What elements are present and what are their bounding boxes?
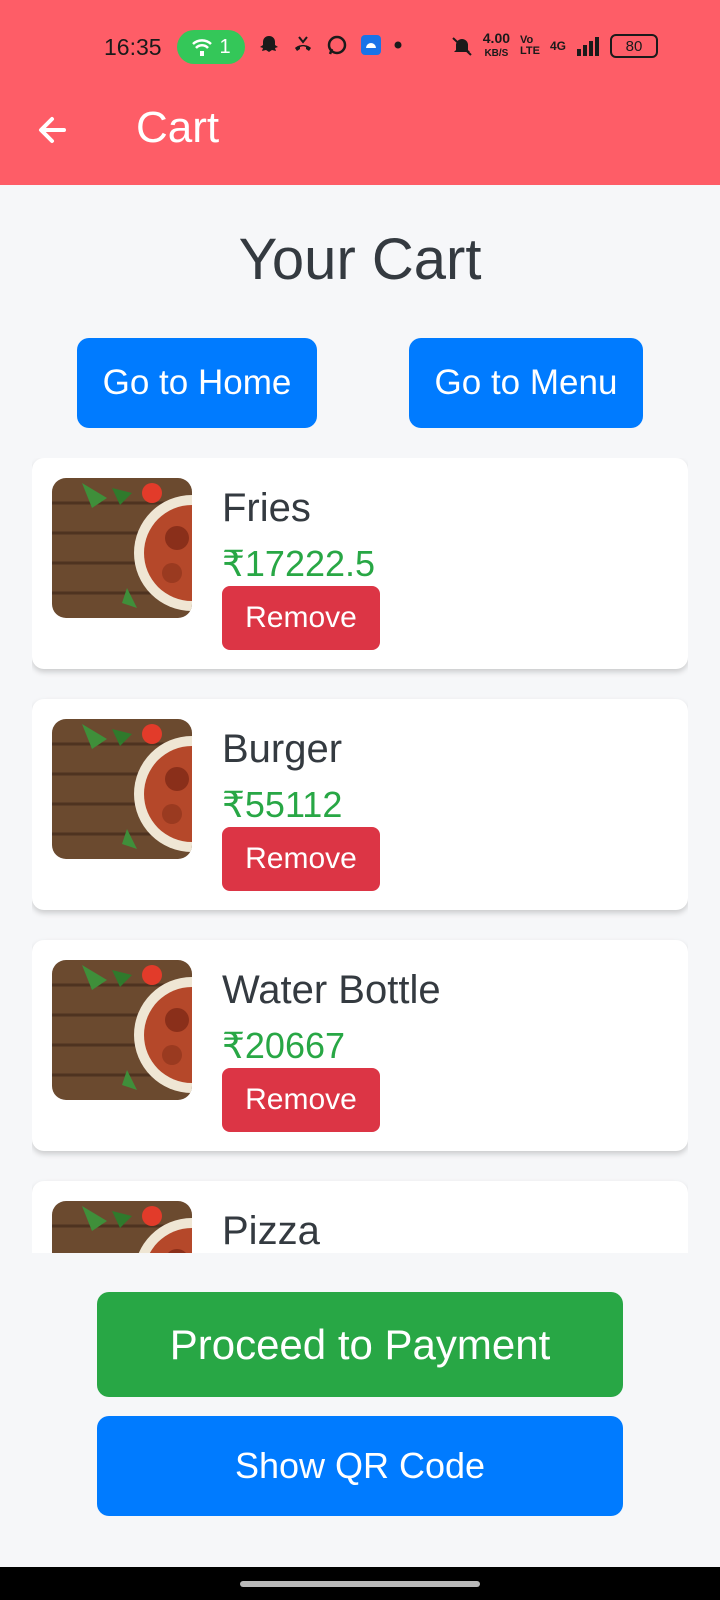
status-time: 16:35 — [104, 34, 162, 60]
item-name: Burger — [222, 727, 343, 771]
remove-button[interactable]: Remove — [222, 586, 380, 650]
network-speed-unit: KB/S — [484, 48, 509, 59]
cart-item: Pizza — [32, 1181, 688, 1253]
food-photo-icon — [52, 478, 192, 618]
network-speed: 4.00 KB/S — [482, 30, 511, 60]
item-price: ₹55112 — [222, 784, 343, 825]
show-qr-code-button[interactable]: Show QR Code — [97, 1416, 623, 1516]
item-price: ₹17222.5 — [222, 543, 376, 584]
food-image — [52, 478, 192, 618]
go-to-home-button[interactable]: Go to Home — [77, 338, 317, 428]
cart-item: Fries ₹17222.5 Remove — [32, 458, 688, 669]
gesture-handle[interactable] — [240, 1581, 480, 1587]
food-image — [52, 960, 192, 1100]
item-name: Water Bottle — [222, 968, 441, 1012]
signal-icon — [577, 37, 599, 56]
remove-button[interactable]: Remove — [222, 1068, 380, 1132]
whatsapp-icon — [327, 35, 347, 55]
wifi-icon — [192, 39, 213, 56]
food-image — [52, 719, 192, 859]
item-name: Pizza — [222, 1209, 320, 1253]
system-nav-bar — [0, 1567, 720, 1600]
food-photo-icon — [52, 1201, 192, 1253]
page-title: Your Cart — [238, 227, 482, 292]
item-name: Fries — [222, 486, 311, 530]
mute-icon — [452, 37, 472, 56]
proceed-to-payment-button[interactable]: Proceed to Payment — [97, 1292, 623, 1397]
item-price: ₹20667 — [222, 1025, 346, 1066]
wifi-hotspot-badge: 1 — [177, 30, 245, 64]
arrow-left-icon — [39, 117, 66, 143]
food-image — [52, 1201, 192, 1253]
missed-call-icon — [295, 36, 311, 51]
battery-level: 80 — [625, 37, 643, 55]
back-button[interactable] — [34, 110, 74, 150]
volte-icon: Vo LTE — [520, 34, 540, 57]
app-bar-title: Cart — [136, 103, 220, 152]
go-to-menu-button[interactable]: Go to Menu — [409, 338, 643, 428]
system-icons: 4.00 KB/S Vo LTE 4G 80 — [451, 30, 658, 60]
cart-item: Burger ₹55112 Remove — [32, 699, 688, 910]
network-speed-value: 4.00 — [482, 30, 511, 46]
food-photo-icon — [52, 719, 192, 859]
remove-button[interactable]: Remove — [222, 827, 380, 891]
battery-icon: 80 — [610, 34, 658, 58]
cart-list[interactable]: Fries ₹17222.5 Remove Burger ₹55112 Remo… — [32, 458, 688, 1253]
status-bar: 16:35 1 4.00 KB/S Vo LTE 4G 80 — [0, 28, 720, 68]
network-type: 4G — [549, 39, 566, 53]
wifi-badge-count: 1 — [219, 35, 231, 58]
snapchat-icon — [260, 36, 278, 52]
food-photo-icon — [52, 960, 192, 1100]
app-header: 16:35 1 4.00 KB/S Vo LTE 4G 80 Cart — [0, 0, 720, 185]
notification-icons — [258, 34, 402, 56]
more-dot-icon — [394, 41, 402, 49]
cart-item: Water Bottle ₹20667 Remove — [32, 940, 688, 1151]
android-app-icon — [361, 35, 381, 55]
